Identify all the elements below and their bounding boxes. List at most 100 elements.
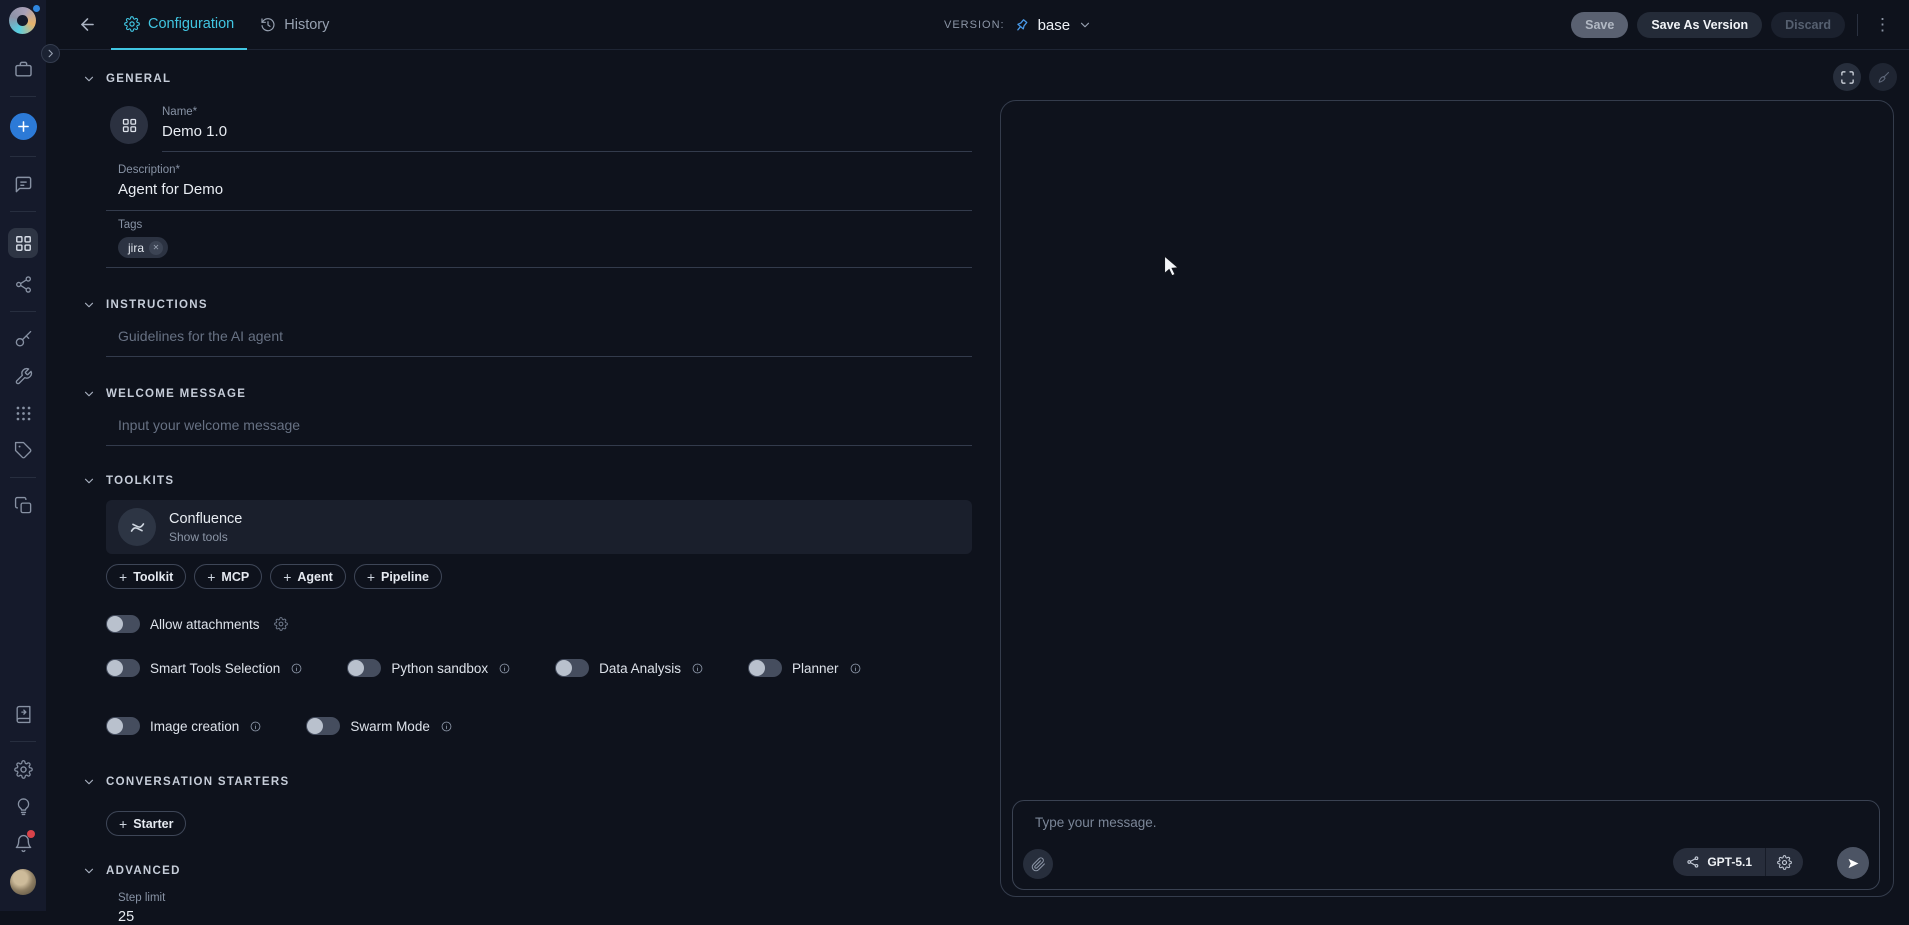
- show-tools-link[interactable]: Show tools: [169, 530, 242, 544]
- add-mcp-button[interactable]: +MCP: [194, 564, 262, 589]
- info-icon[interactable]: [440, 720, 453, 733]
- sidebar-item-tags[interactable]: [12, 439, 34, 461]
- gear-icon: [124, 16, 140, 32]
- add-pipeline-button[interactable]: +Pipeline: [354, 564, 442, 589]
- chat-icon: [14, 175, 33, 194]
- tag-chip-label: jira: [128, 241, 144, 255]
- tab-history[interactable]: History: [247, 0, 342, 50]
- python-sandbox-switch[interactable]: [347, 659, 381, 677]
- toggle-label: Python sandbox: [391, 661, 488, 676]
- sidebar-item-apps[interactable]: [12, 402, 34, 424]
- discard-button[interactable]: Discard: [1771, 12, 1845, 38]
- version-selector[interactable]: VERSION: base: [944, 0, 1092, 50]
- sidebar-item-agents-active[interactable]: [8, 228, 38, 258]
- toggle-label: Allow attachments: [150, 617, 260, 632]
- info-icon[interactable]: [498, 662, 511, 675]
- step-limit-value[interactable]: 25: [118, 909, 972, 925]
- section-starters-header[interactable]: CONVERSATION STARTERS: [82, 775, 972, 789]
- sidebar-item-docs[interactable]: [12, 703, 34, 725]
- wrench-icon: [14, 367, 33, 386]
- sidebar-item-projects[interactable]: [12, 58, 34, 80]
- description-field[interactable]: Description* Agent for Demo: [106, 164, 972, 211]
- fullscreen-button[interactable]: [1833, 63, 1861, 91]
- more-options-button[interactable]: ⋮: [1870, 15, 1895, 35]
- smart-tools-switch[interactable]: [106, 659, 140, 677]
- info-icon[interactable]: [249, 720, 262, 733]
- back-button[interactable]: [78, 15, 97, 34]
- app-logo[interactable]: [9, 7, 36, 34]
- toggle-label: Data Analysis: [599, 661, 681, 676]
- python-sandbox-toggle-item: Python sandbox: [347, 659, 511, 677]
- message-placeholder: Type your message.: [1035, 815, 1157, 830]
- add-agent-button[interactable]: +Agent: [270, 564, 346, 589]
- message-input-box[interactable]: Type your message. GPT-5.1: [1012, 800, 1880, 890]
- toolkit-card-confluence[interactable]: Confluence Show tools: [106, 500, 972, 554]
- sidebar: [0, 0, 46, 911]
- section-instructions-header[interactable]: INSTRUCTIONS: [82, 298, 972, 312]
- send-button[interactable]: [1837, 847, 1869, 879]
- add-toolkit-button[interactable]: +Toolkit: [106, 564, 186, 589]
- plus-icon: +: [283, 569, 291, 585]
- tab-configuration[interactable]: Configuration: [111, 0, 247, 50]
- step-limit-field[interactable]: Step limit 25: [106, 892, 972, 925]
- user-avatar[interactable]: [10, 869, 36, 895]
- chevron-down-icon: [82, 474, 96, 488]
- agent-avatar[interactable]: [110, 106, 148, 144]
- smart-tools-toggle-item: Smart Tools Selection: [106, 659, 303, 677]
- save-as-version-button[interactable]: Save As Version: [1637, 12, 1762, 38]
- sidebar-item-ideas[interactable]: [12, 795, 34, 817]
- sidebar-divider: [10, 311, 36, 312]
- tag-chip[interactable]: jira ✕: [118, 237, 168, 258]
- clear-chat-button[interactable]: [1869, 63, 1897, 91]
- sidebar-item-notifications[interactable]: [12, 832, 34, 854]
- sidebar-divider: [10, 741, 36, 742]
- section-title: INSTRUCTIONS: [106, 299, 208, 311]
- sidebar-item-artifacts[interactable]: [12, 494, 34, 516]
- attachments-settings-icon[interactable]: [274, 617, 288, 631]
- toolkit-add-buttons: +Toolkit +MCP +Agent +Pipeline: [106, 564, 972, 589]
- description-value[interactable]: Agent for Demo: [118, 181, 972, 198]
- version-value: base: [1038, 17, 1071, 34]
- flow-icon: [14, 275, 33, 294]
- image-creation-switch[interactable]: [106, 717, 140, 735]
- info-icon[interactable]: [691, 662, 704, 675]
- planner-toggle-item: Planner: [748, 659, 862, 677]
- name-field[interactable]: Name* Demo 1.0: [162, 106, 972, 152]
- sidebar-item-settings[interactable]: [12, 758, 34, 780]
- tag-remove-icon[interactable]: ✕: [149, 241, 163, 255]
- name-value[interactable]: Demo 1.0: [162, 123, 972, 140]
- sidebar-item-pipelines[interactable]: [12, 273, 34, 295]
- attach-file-button[interactable]: [1023, 849, 1053, 879]
- allow-attachments-switch[interactable]: [106, 615, 140, 633]
- instructions-input[interactable]: Guidelines for the AI agent: [106, 328, 972, 357]
- tags-label: Tags: [118, 219, 972, 231]
- share-nodes-icon: [1686, 855, 1700, 869]
- button-label: MCP: [221, 570, 249, 584]
- topbar-divider: [1857, 14, 1858, 36]
- toggle-label: Smart Tools Selection: [150, 661, 280, 676]
- model-settings-button[interactable]: [1766, 855, 1803, 870]
- save-button[interactable]: Save: [1571, 12, 1628, 38]
- sidebar-item-toolkits[interactable]: [12, 365, 34, 387]
- notebook-icon: [14, 705, 33, 724]
- sidebar-expand-button[interactable]: [41, 44, 60, 63]
- info-icon[interactable]: [849, 662, 862, 675]
- tags-field[interactable]: Tags jira ✕: [106, 219, 972, 268]
- section-advanced-header[interactable]: ADVANCED: [82, 864, 972, 878]
- welcome-message-input[interactable]: Input your welcome message: [106, 417, 972, 446]
- swarm-mode-switch[interactable]: [306, 717, 340, 735]
- add-starter-button[interactable]: +Starter: [106, 811, 186, 836]
- sidebar-item-chat[interactable]: [12, 173, 34, 195]
- info-icon[interactable]: [290, 662, 303, 675]
- model-selector[interactable]: GPT-5.1: [1673, 855, 1765, 869]
- section-welcome-header[interactable]: WELCOME MESSAGE: [82, 387, 972, 401]
- sidebar-create-button[interactable]: [10, 113, 37, 140]
- data-analysis-switch[interactable]: [555, 659, 589, 677]
- section-title: GENERAL: [106, 73, 171, 85]
- planner-switch[interactable]: [748, 659, 782, 677]
- briefcase-icon: [14, 60, 33, 79]
- section-general-header[interactable]: GENERAL: [82, 72, 972, 86]
- sidebar-item-secrets[interactable]: [12, 328, 34, 350]
- section-toolkits-header[interactable]: TOOLKITS: [82, 474, 972, 488]
- instructions-placeholder: Guidelines for the AI agent: [118, 328, 972, 344]
